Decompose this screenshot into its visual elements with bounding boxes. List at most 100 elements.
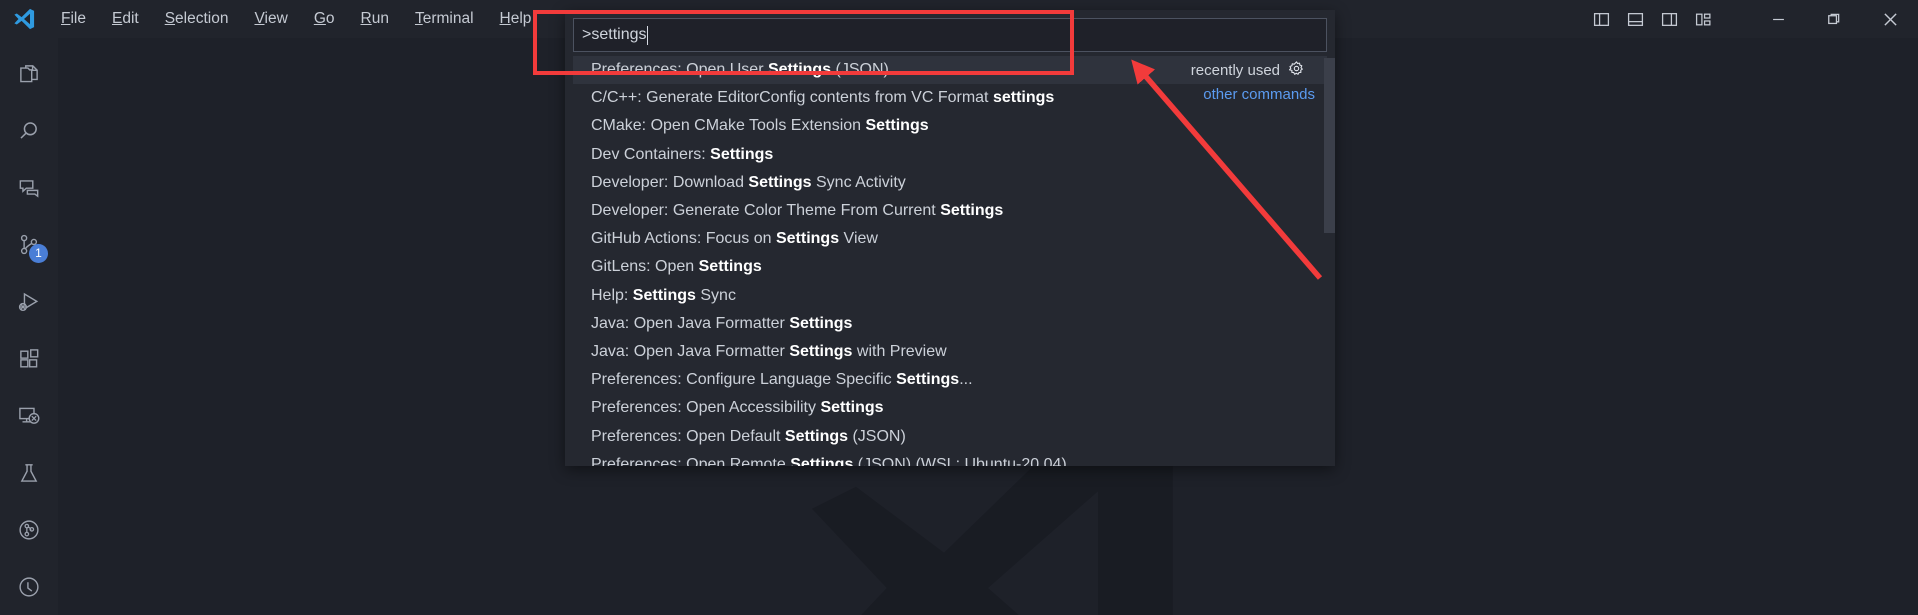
menu-mnemonic: V <box>254 10 265 27</box>
layout-controls-group <box>1584 0 1720 38</box>
command-item-label: C/C++: Generate EditorConfig contents fr… <box>591 89 1317 107</box>
restore-button[interactable] <box>1806 0 1862 38</box>
sidebar-item-explorer[interactable] <box>0 46 58 103</box>
command-label-suffix: Sync Activity <box>811 173 906 191</box>
gear-icon[interactable] <box>1288 60 1305 81</box>
sidebar-item-search[interactable] <box>0 103 58 160</box>
command-palette-item[interactable]: Preferences: Open Remote Settings (JSON)… <box>573 451 1327 466</box>
menu-item-selection[interactable]: Selection <box>152 0 242 38</box>
command-label-suffix: (JSON) <box>831 61 889 79</box>
command-palette-item[interactable]: Java: Open Java Formatter Settings <box>573 310 1327 338</box>
extensions-icon <box>20 349 39 368</box>
command-item-label: Java: Open Java Formatter Settings <box>591 315 1317 333</box>
command-palette-item[interactable]: Developer: Download Settings Sync Activi… <box>573 169 1327 197</box>
command-label-prefix: Dev Containers: <box>591 145 711 163</box>
menu-label-rest: dit <box>122 10 139 27</box>
menu-label-rest: iew <box>264 10 288 27</box>
search-icon <box>20 122 37 140</box>
sidebar-item-gitlens[interactable] <box>0 501 58 558</box>
command-label-suffix: Sync <box>695 286 736 304</box>
command-palette-item[interactable]: Preferences: Open Accessibility Settings <box>573 394 1327 422</box>
command-palette-item[interactable]: GitLens: Open Settings <box>573 253 1327 281</box>
command-palette-item[interactable]: C/C++: Generate EditorConfig contents fr… <box>573 84 1327 112</box>
command-label-match: Settings <box>790 455 854 466</box>
menu-item-file[interactable]: File <box>48 0 99 38</box>
gitlens-inspect-icon <box>19 577 39 597</box>
command-palette[interactable]: >settings Preferences: Open User Setting… <box>565 10 1335 466</box>
command-palette-item[interactable]: Help: Settings Sync <box>573 282 1327 310</box>
menu-mnemonic: S <box>164 10 176 27</box>
command-item-label: Preferences: Open Accessibility Settings <box>591 399 1317 417</box>
sidebar-item-run-and-debug[interactable] <box>0 274 58 331</box>
command-item-label: Preferences: Open User Settings (JSON) <box>591 61 1191 79</box>
command-palette-item[interactable]: Preferences: Configure Language Specific… <box>573 366 1327 394</box>
command-label-match: Settings <box>748 173 812 191</box>
command-label-match: Settings <box>632 286 696 304</box>
command-label-match: Settings <box>698 258 762 276</box>
command-label-match: Settings <box>710 145 774 163</box>
run-debug-icon <box>18 292 39 312</box>
toggle-primary-sidebar-icon[interactable] <box>1584 0 1618 38</box>
remote-explorer-icon <box>19 407 40 424</box>
minimize-button[interactable] <box>1750 0 1806 38</box>
sidebar-item-source-control[interactable]: 1 <box>0 217 58 274</box>
menu-bar[interactable]: File Edit Selection View Go Run Terminal Help <box>48 0 544 38</box>
command-palette-item[interactable]: Dev Containers: Settings <box>573 141 1327 169</box>
menu-item-view[interactable]: View <box>241 0 300 38</box>
command-palette-item[interactable]: Preferences: Open Default Settings (JSON… <box>573 422 1327 450</box>
chat-icon <box>19 180 39 198</box>
activity-bar: 1 <box>0 38 58 615</box>
command-label-prefix: Help: <box>591 286 633 304</box>
menu-item-help[interactable]: Help <box>487 0 545 38</box>
menu-item-run[interactable]: Run <box>348 0 402 38</box>
command-item-label: CMake: Open CMake Tools Extension Settin… <box>591 117 1317 135</box>
command-palette-input-wrapper[interactable]: >settings <box>573 18 1327 52</box>
menu-mnemonic: H <box>499 10 511 27</box>
command-label-prefix: CMake: Open CMake Tools Extension <box>591 117 866 135</box>
menu-mnemonic: R <box>360 10 372 27</box>
command-label-prefix: Preferences: Open Default <box>591 427 785 445</box>
menu-label-rest: un <box>371 10 389 27</box>
command-palette-results[interactable]: Preferences: Open User Settings (JSON) re… <box>573 56 1327 466</box>
vscode-logo-icon <box>0 0 48 38</box>
command-label-prefix: Preferences: Configure Language Specific <box>591 371 897 389</box>
command-label-suffix: (JSON) <box>848 427 906 445</box>
toggle-secondary-sidebar-icon[interactable] <box>1652 0 1686 38</box>
command-palette-item[interactable]: GitHub Actions: Focus on Settings View <box>573 225 1327 253</box>
command-label-match: Settings <box>896 371 960 389</box>
command-palette-item[interactable]: Preferences: Open User Settings (JSON) re… <box>573 56 1327 85</box>
command-item-label: Developer: Download Settings Sync Activi… <box>591 174 1317 192</box>
sidebar-item-remote-explorer[interactable] <box>0 387 58 444</box>
window-actions <box>1584 0 1918 38</box>
sidebar-item-gitlens-inspect[interactable] <box>0 558 58 615</box>
command-item-label: Developer: Generate Color Theme From Cur… <box>591 202 1317 220</box>
sidebar-item-extensions[interactable] <box>0 331 58 388</box>
text-caret <box>647 25 649 45</box>
recently-used-group: recently used <box>1191 60 1317 81</box>
command-label-match: Settings <box>789 314 853 332</box>
command-palette-item[interactable]: CMake: Open CMake Tools Extension Settin… <box>573 112 1327 140</box>
menu-label-rest: elp <box>510 10 532 27</box>
command-label-suffix: (JSON) (WSL: Ubuntu-20.04) <box>853 455 1067 466</box>
menu-item-go[interactable]: Go <box>301 0 348 38</box>
command-item-label: Dev Containers: Settings <box>591 146 1317 164</box>
sidebar-item-chat[interactable] <box>0 160 58 217</box>
command-label-match: Settings <box>767 61 832 79</box>
command-label-prefix: C/C++: Generate EditorConfig contents fr… <box>591 89 993 107</box>
menu-item-edit[interactable]: Edit <box>99 0 152 38</box>
customize-layout-icon[interactable] <box>1686 0 1720 38</box>
command-label-prefix: Java: Open Java Formatter <box>591 342 790 360</box>
menu-label-rest: erminal <box>422 10 474 27</box>
menu-item-terminal[interactable]: Terminal <box>402 0 487 38</box>
results-scrollbar[interactable] <box>1324 58 1335 233</box>
close-button[interactable] <box>1862 0 1918 38</box>
toggle-panel-icon[interactable] <box>1618 0 1652 38</box>
command-label-prefix: Preferences: Open Remote <box>591 455 791 466</box>
sidebar-item-testing[interactable] <box>0 444 58 501</box>
command-palette-item[interactable]: Java: Open Java Formatter Settings with … <box>573 338 1327 366</box>
command-label-match: Settings <box>820 399 884 417</box>
search-input[interactable]: >settings <box>582 26 646 44</box>
command-label-prefix: Preferences: Open Accessibility <box>591 399 821 417</box>
command-palette-item[interactable]: Developer: Generate Color Theme From Cur… <box>573 197 1327 225</box>
command-item-label: Help: Settings Sync <box>591 287 1317 305</box>
